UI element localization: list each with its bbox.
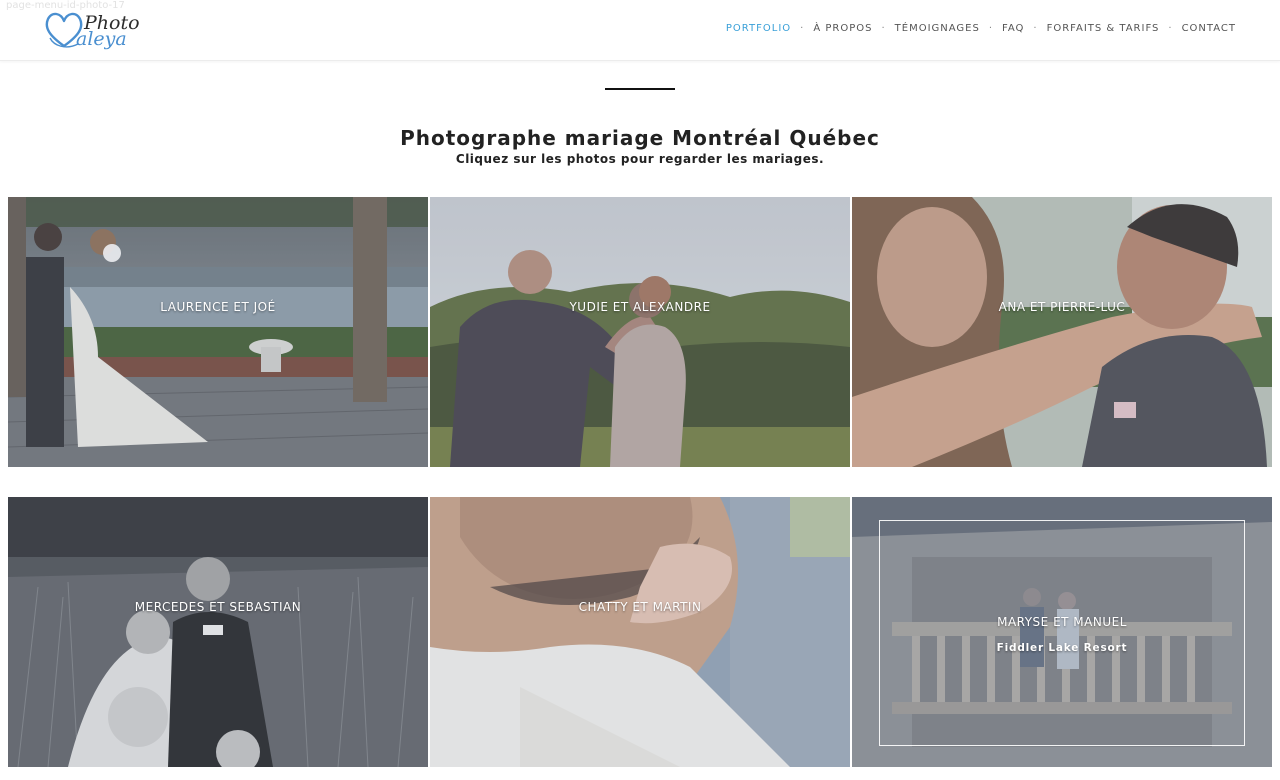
photo-overlay: [430, 197, 850, 467]
gallery-caption: CHATTY ET MARTIN: [578, 600, 702, 614]
photo-overlay: [8, 497, 428, 767]
nav-separator: ·: [1033, 23, 1038, 34]
gallery-caption: YUDIE ET ALEXANDRE: [569, 300, 711, 314]
nav-item-temoignages[interactable]: TÉMOIGNAGES: [895, 23, 980, 34]
gallery-tile-ana-pierre-luc[interactable]: ANA ET PIERRE-LUC: [852, 197, 1272, 467]
nav-item-forfaits-tarifs[interactable]: FORFAITS & TARIFS: [1047, 23, 1160, 34]
logo-text-aleya: aleya: [76, 28, 127, 50]
gallery-caption: ANA ET PIERRE-LUC: [998, 300, 1126, 314]
site-header: page-menu-id-photo-17 Photo aleya PORTFO…: [0, 0, 1280, 61]
gallery-tile-chatty-martin[interactable]: CHATTY ET MARTIN: [430, 497, 850, 767]
gallery-caption: MERCEDES ET SEBASTIAN: [134, 600, 302, 614]
nav-item-portfolio[interactable]: PORTFOLIO: [726, 23, 791, 34]
nav-separator: ·: [988, 23, 994, 34]
nav-separator: ·: [800, 23, 805, 34]
nav-item-contact[interactable]: CONTACT: [1182, 23, 1236, 34]
nav-item-a-propos[interactable]: À PROPOS: [813, 23, 872, 34]
gallery-tile-mercedes-sebastian[interactable]: MERCEDES ET SEBASTIAN: [8, 497, 428, 767]
gallery-tile-laurence-joe[interactable]: LAURENCE ET JOÉ: [8, 197, 428, 467]
title-divider: [605, 88, 675, 90]
gallery-tile-maryse-manuel[interactable]: MARYSE ET MANUEL Fiddler Lake Resort: [852, 497, 1272, 767]
page-subtitle: Cliquez sur les photos pour regarder les…: [455, 152, 825, 166]
hover-frame: [879, 520, 1245, 746]
gallery-caption: LAURENCE ET JOÉ: [160, 300, 276, 314]
gallery-subcaption: Fiddler Lake Resort: [996, 642, 1128, 654]
gallery-tile-yudie-alexandre[interactable]: YUDIE ET ALEXANDRE: [430, 197, 850, 467]
page-title: Photographe mariage Montréal Québec: [400, 126, 880, 150]
nav-separator: ·: [1168, 23, 1173, 34]
photo-overlay: [852, 197, 1272, 467]
photo-overlay: [8, 197, 428, 467]
nav-item-faq[interactable]: FAQ: [1002, 23, 1024, 34]
gallery-caption: MARYSE ET MANUEL: [997, 615, 1127, 629]
photo-overlay: [430, 497, 850, 767]
main-nav: PORTFOLIO · À PROPOS · TÉMOIGNAGES · FAQ…: [726, 23, 1236, 34]
nav-separator: ·: [881, 23, 886, 34]
site-logo[interactable]: Photo aleya: [44, 8, 144, 54]
